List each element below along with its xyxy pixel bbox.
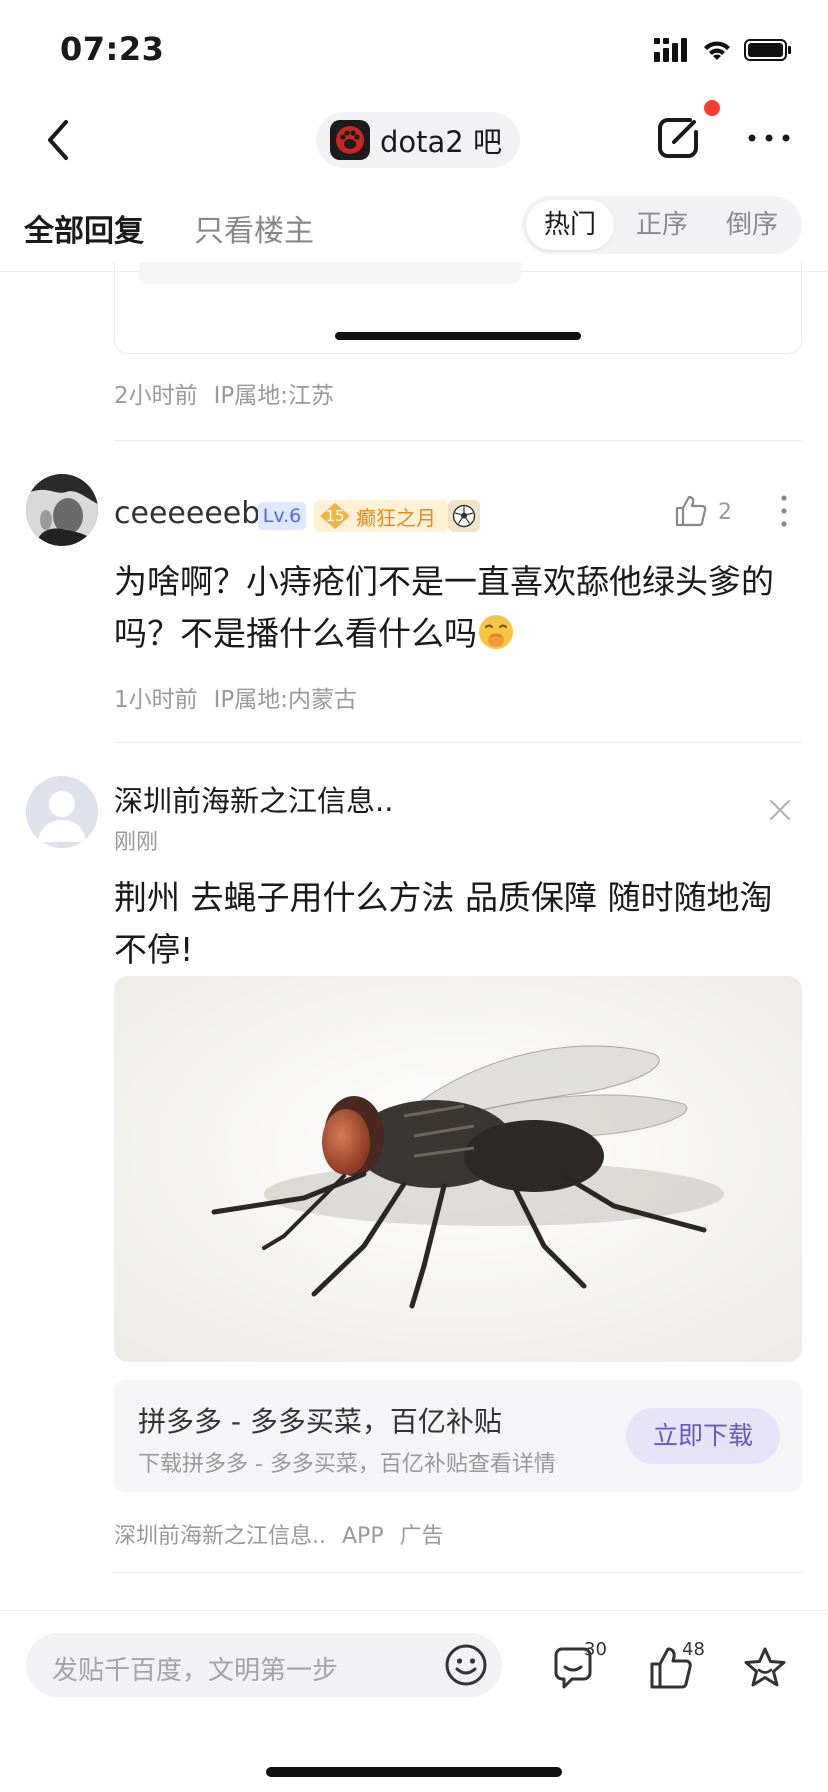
tab-all-replies[interactable]: 全部回复	[24, 206, 144, 250]
thumbs-up-icon[interactable]	[674, 494, 708, 528]
ad-footer: 深圳前海新之江信息.. APP 广告	[114, 1518, 444, 1550]
paw-logo-icon	[330, 120, 370, 160]
cellular-signal-icon	[654, 38, 687, 62]
ad-text[interactable]: 荆州 去蝇子用什么方法 品质保障 随时随地淘不停!	[114, 872, 804, 976]
bottom-bar: 发贴千百度，文明第一步 30 48	[0, 1610, 828, 1792]
previous-post-scroll-indicator	[335, 332, 581, 340]
home-indicator	[266, 1767, 562, 1777]
app-subtitle: 下载拼多多 - 多多买菜，百亿补贴查看详情	[138, 1452, 556, 1477]
back-icon[interactable]	[40, 116, 76, 164]
comment-count: 30	[584, 1639, 607, 1660]
reply-content-text: 为啥啊？小痔疮们不是一直喜欢舔他绿头爹的吗？不是播什么看什么吗	[114, 562, 774, 653]
shushing-face-emoji-icon	[479, 615, 513, 649]
forum-pill[interactable]: dota2 吧	[316, 112, 520, 168]
title-level-number: 15	[320, 503, 350, 529]
status-bar: 07:23	[0, 0, 828, 96]
ad-time: 刚刚	[114, 830, 159, 855]
housefly-photo	[114, 976, 802, 1362]
advertiser-name[interactable]: 深圳前海新之江信息..	[114, 778, 393, 820]
star-icon[interactable]	[742, 1645, 788, 1691]
app-title: 拼多多 - 多多买菜，百亿补贴	[138, 1405, 502, 1438]
sort-desc-button[interactable]: 倒序	[708, 200, 796, 250]
status-time: 07:23	[60, 30, 165, 68]
reply-content: 为啥啊？小痔疮们不是一直喜欢舔他绿头爹的吗？不是播什么看什么吗	[114, 556, 794, 660]
more-icon[interactable]	[746, 132, 792, 144]
compose-icon[interactable]	[654, 112, 704, 162]
divider	[114, 1572, 802, 1573]
previous-post-meta: 2小时前 IP属地:江苏	[114, 376, 334, 410]
app-download-card[interactable]: 拼多多 - 多多买菜，百亿补贴 下载拼多多 - 多多买菜，百亿补贴查看详情 立即…	[114, 1380, 802, 1492]
status-icons	[654, 34, 792, 66]
ad-footer-label: 广告	[399, 1524, 444, 1549]
wifi-icon	[704, 41, 730, 60]
emoji-smile-icon[interactable]	[444, 1643, 488, 1687]
divider	[114, 440, 802, 441]
reply-meta: 1小时前 IP属地:内蒙古	[114, 680, 357, 714]
tab-op-only[interactable]: 只看楼主	[194, 206, 314, 250]
more-vertical-icon[interactable]	[780, 494, 788, 528]
sort-toggle: 热门 正序 倒序	[522, 196, 802, 254]
title-text: 癫狂之月	[356, 505, 436, 530]
reply-filter-bar: 全部回复 只看楼主 热门 正序 倒序	[0, 186, 828, 272]
ad-footer-app: APP	[342, 1524, 384, 1549]
reply-like-count: 2	[718, 500, 732, 525]
nav-bar: dota2 吧	[0, 96, 828, 184]
battery-icon	[744, 39, 791, 61]
comment-input[interactable]: 发贴千百度，文明第一步	[26, 1633, 502, 1697]
ad-footer-source: 深圳前海新之江信息..	[114, 1524, 326, 1549]
forum-name: dota2 吧	[380, 125, 502, 159]
previous-post-time: 2小时前	[114, 383, 198, 409]
like-count: 48	[682, 1639, 705, 1660]
divider	[114, 742, 802, 743]
previous-post-card-inner	[139, 262, 521, 284]
soccer-ball-icon	[448, 500, 480, 532]
close-icon[interactable]	[768, 798, 792, 822]
avatar[interactable]	[26, 474, 98, 546]
advertiser-avatar[interactable]	[26, 776, 98, 848]
reply-time: 1小时前	[114, 687, 198, 713]
previous-post-card[interactable]	[114, 262, 802, 354]
level-badge: Lv.6	[258, 502, 306, 530]
reply-username[interactable]: ceeeeeeb	[114, 496, 260, 531]
ad-image[interactable]	[114, 976, 802, 1362]
title-badge[interactable]: 15 癫狂之月	[314, 500, 448, 532]
sort-asc-button[interactable]: 正序	[618, 200, 706, 250]
sort-hot-button[interactable]: 热门	[526, 200, 614, 250]
previous-post-ip: IP属地:江苏	[213, 383, 335, 409]
download-button[interactable]: 立即下载	[626, 1408, 780, 1464]
notification-dot	[704, 100, 720, 116]
reply-ip: IP属地:内蒙古	[213, 687, 358, 713]
comment-input-placeholder: 发贴千百度，文明第一步	[52, 1656, 339, 1686]
